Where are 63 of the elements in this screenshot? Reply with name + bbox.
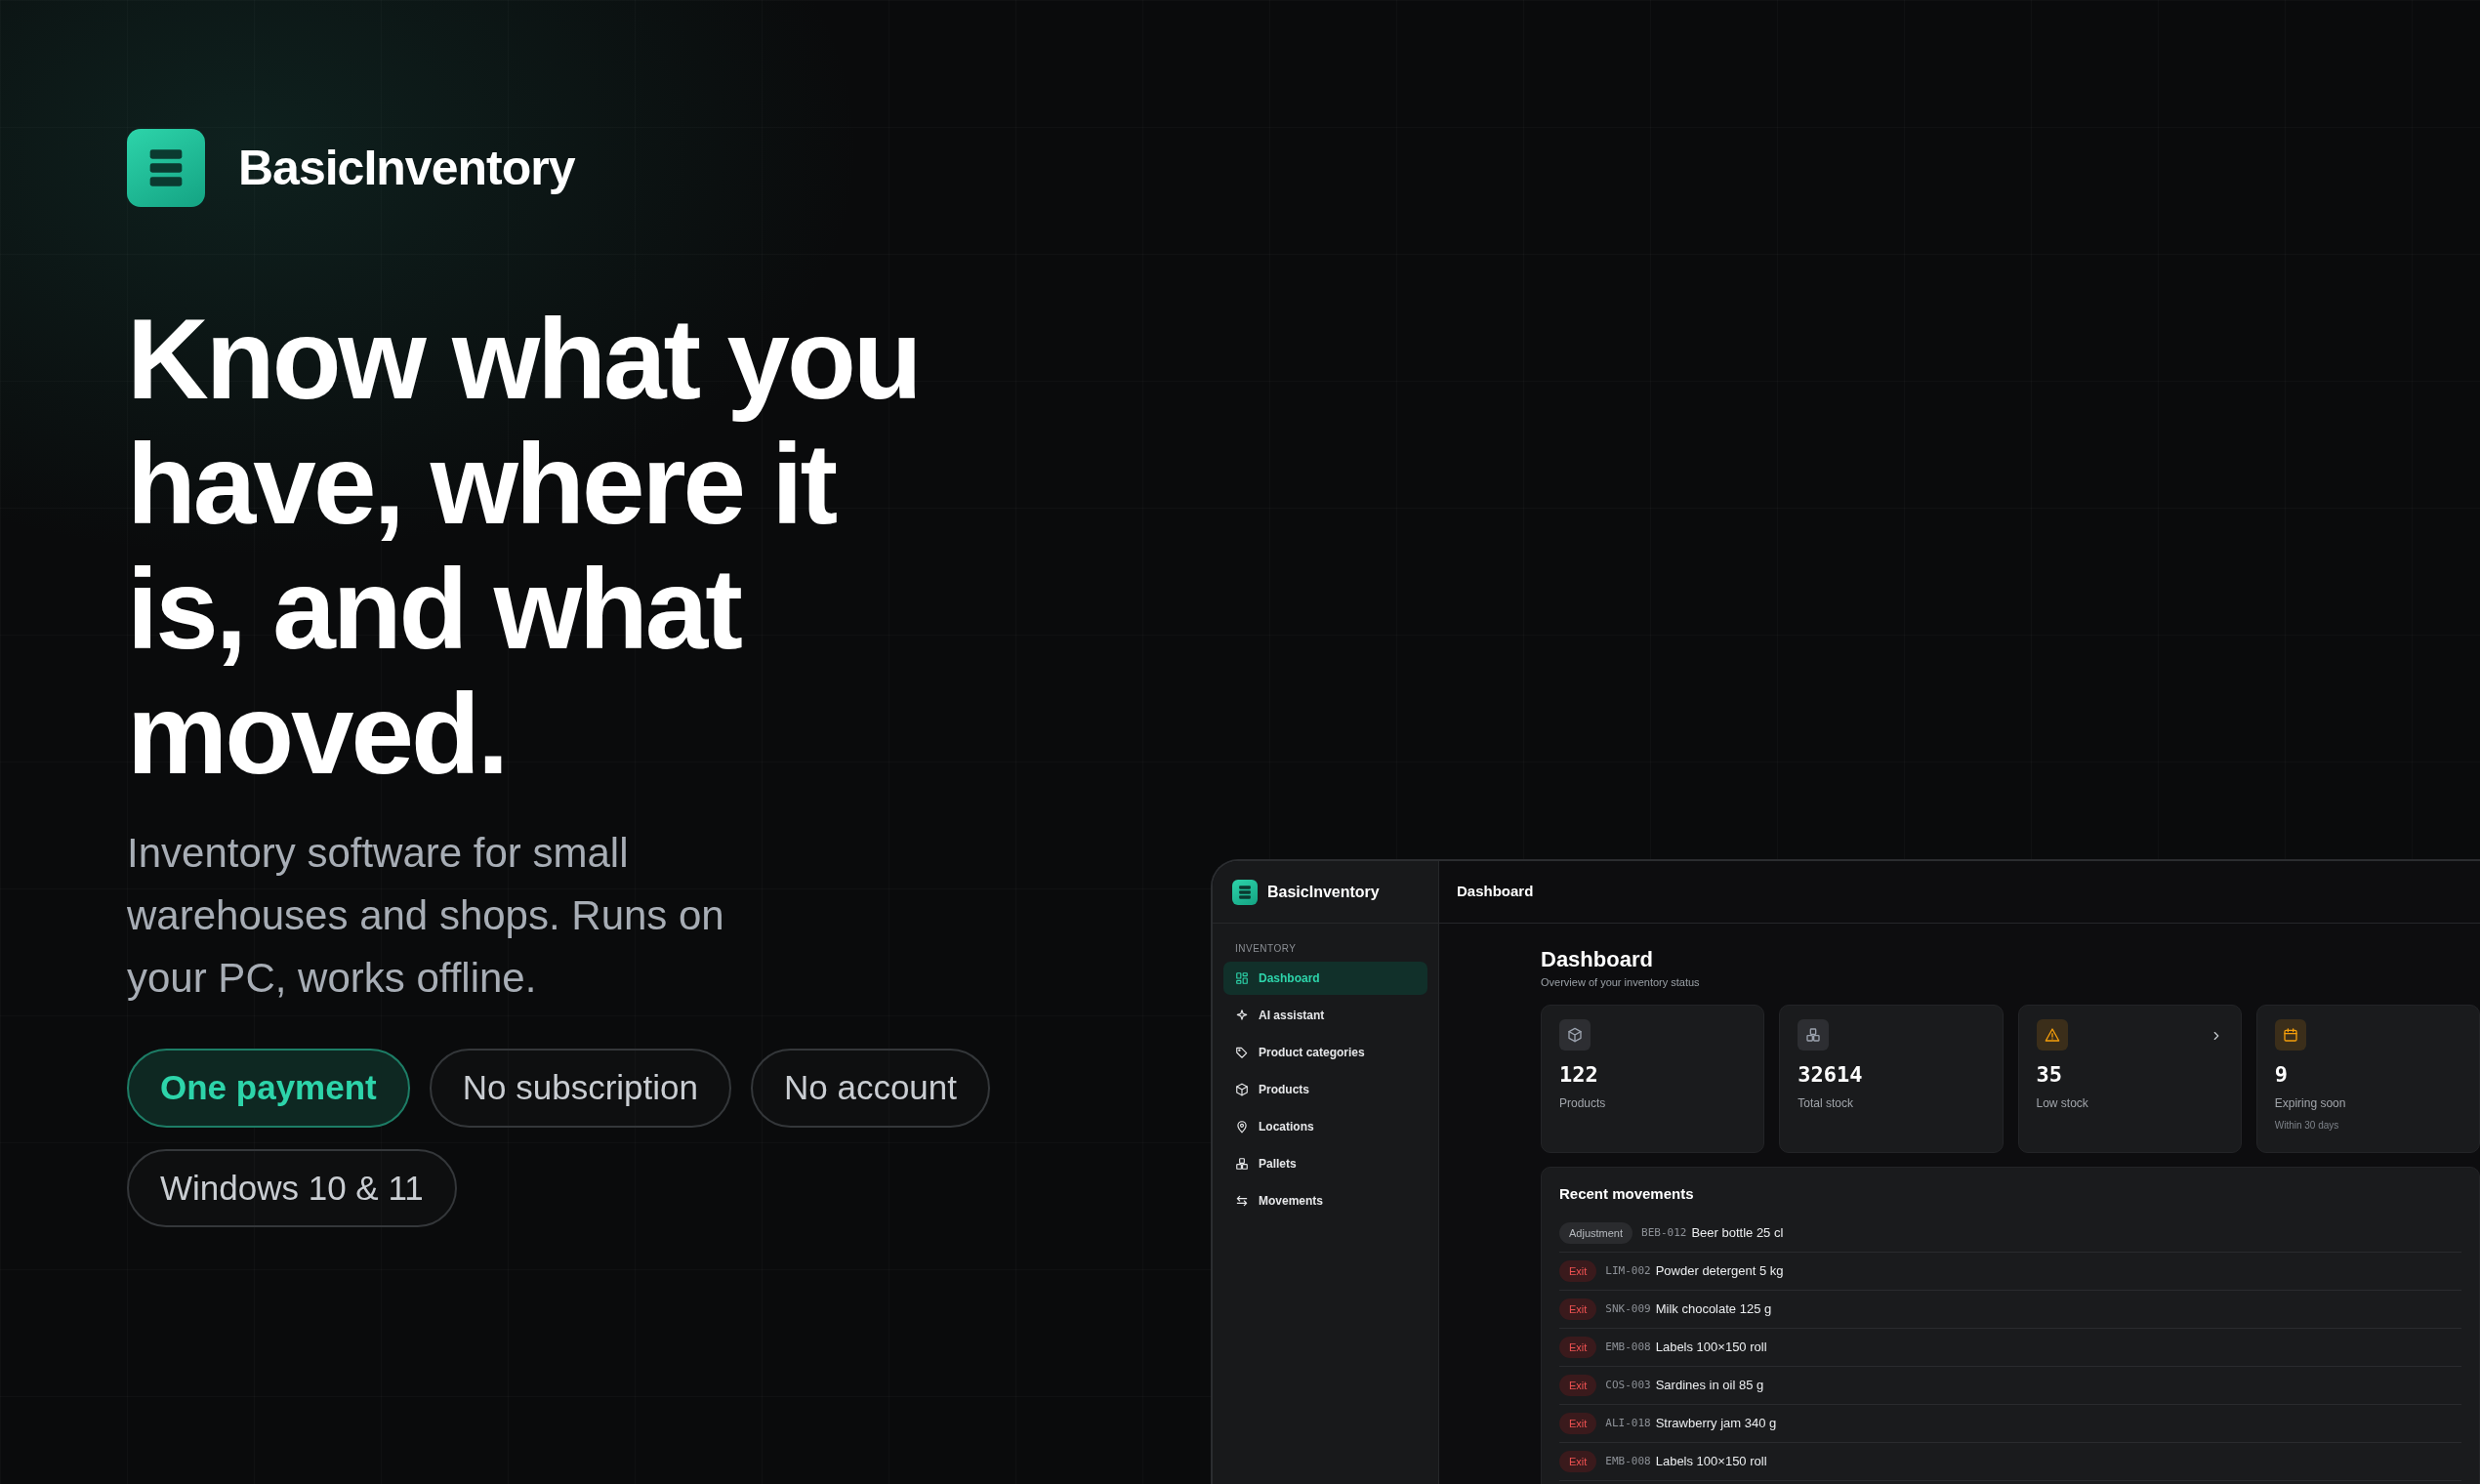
logo-icon	[127, 129, 205, 207]
sidebar-item[interactable]: Products	[1223, 1073, 1427, 1106]
arrows-icon	[1235, 1194, 1249, 1208]
calendar-icon	[2282, 1026, 2298, 1043]
sidebar-item[interactable]: AI assistant	[1223, 999, 1427, 1032]
product-name: Labels 100×150 roll	[1655, 1453, 1767, 1471]
product-code: EMB-008	[1605, 1453, 1651, 1469]
sparkle-icon	[1235, 1009, 1249, 1022]
section-label: INVENTORY	[1234, 942, 1298, 956]
sidebar-item[interactable]: Dashboard	[1223, 962, 1427, 995]
movement-type-tag: Exit	[1559, 1259, 1597, 1283]
stat-label: Total stock	[1798, 1094, 1854, 1112]
stat-value: 122	[1559, 1060, 1599, 1089]
boxes-icon	[1235, 1157, 1249, 1171]
product-name: Strawberry jam 340 g	[1655, 1415, 1777, 1433]
movement-type-tag: Exit	[1559, 1412, 1597, 1435]
stat-label: Products	[1559, 1094, 1607, 1112]
product-name: Powder detergent 5 kg	[1655, 1262, 1784, 1281]
boxes-icon	[1805, 1026, 1822, 1043]
box-icon	[1567, 1026, 1583, 1043]
movement-type-tag: Exit	[1559, 1374, 1597, 1397]
product-code: LIM-002	[1605, 1262, 1651, 1279]
product-name: Milk chocolate 125 g	[1655, 1300, 1772, 1319]
header-title: Dashboard	[1439, 861, 2480, 924]
movement-type-tag: Exit	[1559, 1298, 1597, 1321]
product-name: Sardines in oil 85 g	[1655, 1377, 1764, 1395]
feature-pill: No account	[750, 1049, 991, 1128]
sidebar-item[interactable]: Locations	[1223, 1110, 1427, 1143]
stat-label: Expiring soon	[2274, 1094, 2347, 1112]
product-code: BEB-012	[1641, 1224, 1687, 1241]
page-title: Dashboard	[1541, 947, 1654, 973]
logo-icon	[1232, 879, 1258, 905]
stat-value: 32614	[1798, 1060, 1864, 1089]
product-code: ALI-018	[1605, 1415, 1651, 1431]
headline: Know what you have, where it is, and what moved.	[127, 297, 921, 797]
feature-pill: One payment	[127, 1049, 410, 1128]
movement-type-tag: Exit	[1559, 1450, 1597, 1473]
subtitle: Inventory software for small warehouses and shops. Runs on your PC, works offline.	[127, 829, 725, 1003]
product-name: Labels 100×150 roll	[1655, 1339, 1767, 1357]
movement-type-tag: Adjustment	[1559, 1221, 1633, 1245]
stat-label: Low stock	[2036, 1094, 2089, 1112]
feature-pill: Windows 10 & 11	[127, 1148, 457, 1227]
tag-icon	[1235, 1046, 1249, 1059]
brand-name: BasicInventory	[238, 139, 575, 197]
sidebar-item[interactable]: Product categories	[1223, 1036, 1427, 1069]
stat-value: 35	[2036, 1060, 2063, 1089]
sidebar-item[interactable]: Pallets	[1223, 1147, 1427, 1180]
grid-icon	[1235, 971, 1249, 985]
product-name: Beer bottle 25 cl	[1691, 1224, 1784, 1243]
box-icon	[1235, 1083, 1249, 1096]
movement-type-tag: Exit	[1559, 1336, 1597, 1359]
product-code: COS-003	[1605, 1377, 1651, 1393]
product-code: SNK-009	[1605, 1300, 1651, 1317]
card-title: Recent movements	[1559, 1184, 1695, 1203]
stat-value: 9	[2274, 1060, 2289, 1089]
brand-name: BasicInventory	[1267, 882, 1380, 902]
page-subtitle: Overview of your inventory status	[1541, 975, 1701, 991]
stat-note: Within 30 days	[2274, 1118, 2340, 1133]
feature-pill: No subscription	[429, 1049, 731, 1128]
map-pin-icon	[1235, 1120, 1249, 1134]
product-code: EMB-008	[1605, 1339, 1651, 1355]
warning-icon	[2044, 1026, 2060, 1043]
sidebar-item[interactable]: Movements	[1223, 1184, 1427, 1217]
